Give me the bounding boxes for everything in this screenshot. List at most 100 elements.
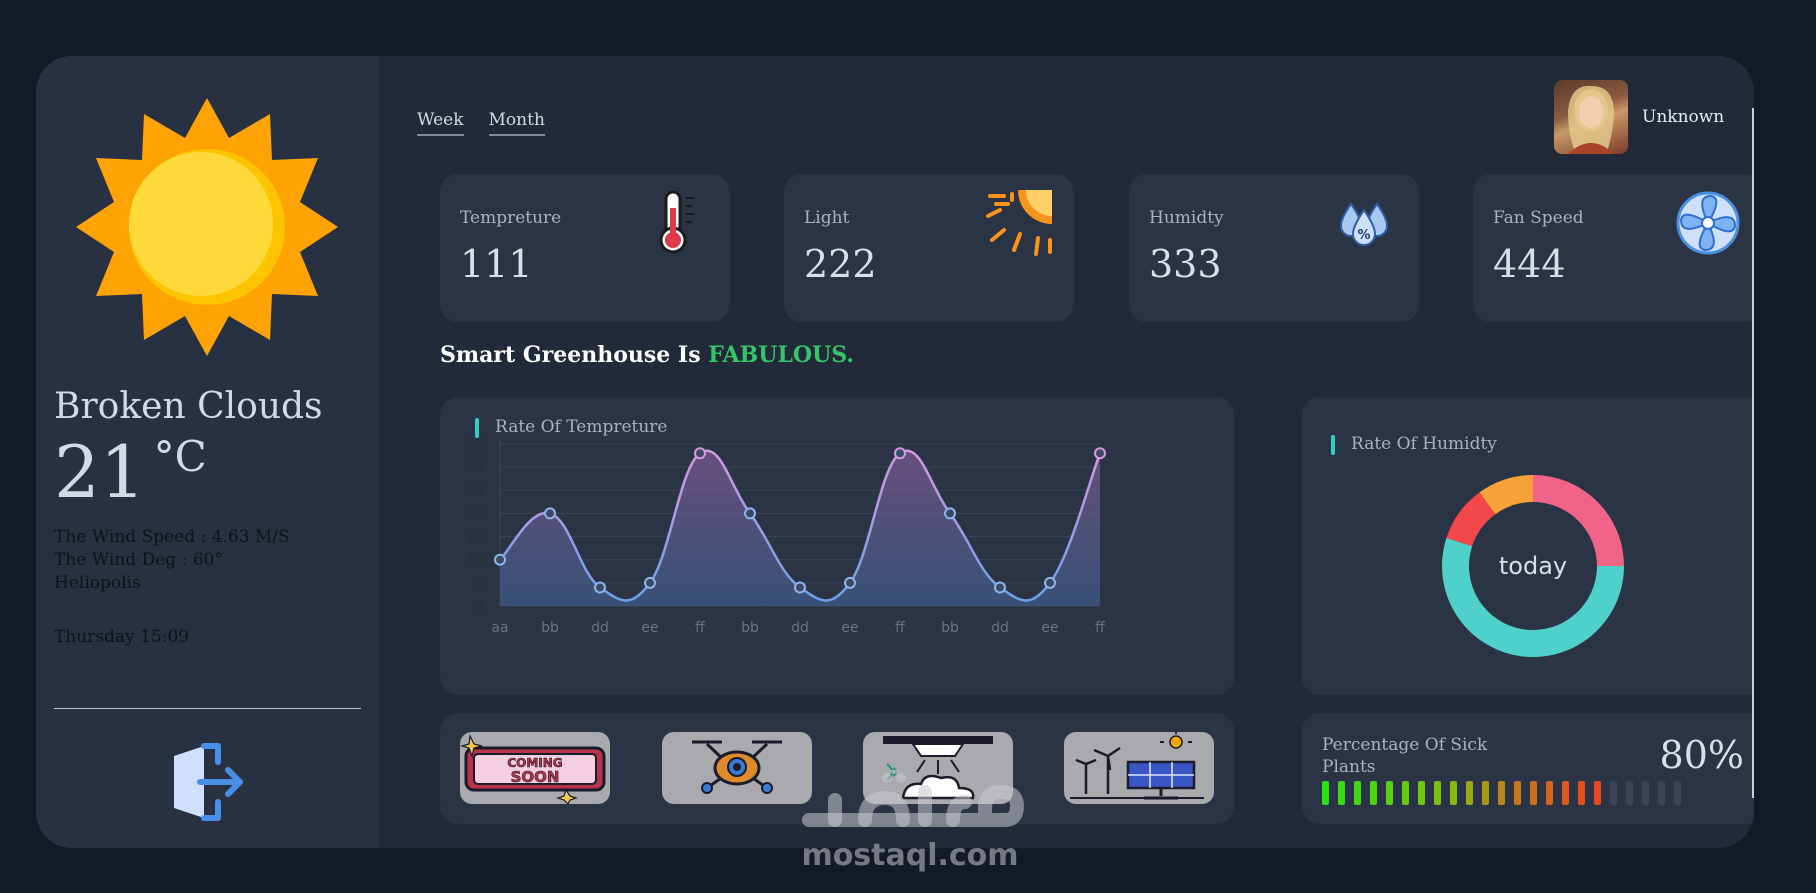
y-tick-label: 30 (466, 460, 484, 476)
x-tick-label: ee (841, 620, 858, 636)
temperature-point (1094, 447, 1106, 460)
solar-wind-energy-icon (1070, 732, 1204, 800)
meter-segment (1594, 781, 1601, 805)
humidity-donut-chart: today (1442, 475, 1624, 657)
username: Unknown (1642, 107, 1725, 127)
sick-plants-meter (1322, 781, 1681, 805)
irrigation-sprinkler-icon (883, 736, 993, 800)
app-drone[interactable] (662, 732, 812, 804)
greenhouse-status: Smart Greenhouse Is FABULOUS. (440, 342, 854, 368)
meter-segment (1402, 781, 1409, 805)
temperature-point (894, 447, 906, 460)
meter-segment (1626, 781, 1633, 805)
meter-segment (1354, 781, 1361, 805)
meter-segment (1370, 781, 1377, 805)
humidity-drop-icon: % (1339, 202, 1389, 246)
sick-plants-value: 80% (1659, 733, 1744, 777)
temperature-line (499, 449, 1102, 602)
tab-month[interactable]: Month (488, 110, 545, 136)
card-value: 444 (1493, 242, 1566, 286)
meter-segment (1498, 781, 1505, 805)
current-temperature: 21 °C (54, 436, 207, 509)
weather-condition: Broken Clouds (54, 386, 323, 427)
user-profile[interactable]: Unknown (1554, 80, 1724, 154)
meter-segment (1386, 781, 1393, 805)
avatar[interactable] (1554, 80, 1628, 154)
status-word: FABULOUS. (708, 342, 855, 368)
app-renewable-energy[interactable] (1064, 732, 1214, 804)
y-tick-label: 25 (466, 483, 484, 499)
temperature-point (544, 507, 556, 520)
x-tick-label: dd (791, 620, 809, 636)
x-tick-label: dd (991, 620, 1009, 636)
x-tick-label: dd (591, 620, 609, 636)
sun-rays-icon (986, 190, 1052, 256)
meter-segment (1434, 781, 1441, 805)
weather-sidebar: Broken Clouds 21 °C The Wind Speed : 4.63… (36, 56, 379, 848)
main-content: Week Month Unknown Tempreture 111 Light … (379, 56, 1754, 848)
sidebar-divider (54, 708, 361, 709)
apps-panel: COMING SOON (440, 713, 1234, 824)
status-prefix: Smart Greenhouse Is (440, 342, 701, 368)
temperature-point (744, 507, 756, 520)
dashboard-window: Broken Clouds 21 °C The Wind Speed : 4.63… (36, 56, 1754, 848)
meter-segment (1322, 781, 1329, 805)
thermometer-icon (659, 190, 694, 254)
y-tick-label: 0 (475, 599, 484, 615)
card-value: 333 (1149, 242, 1222, 286)
y-tick-label: 5 (475, 576, 484, 592)
x-tick-label: ff (895, 620, 905, 636)
y-tick-label: 20 (466, 506, 484, 522)
meter-segment (1530, 781, 1537, 805)
svg-text:SOON: SOON (511, 768, 560, 786)
meter-segment (1642, 781, 1649, 805)
temperature-point (844, 576, 856, 589)
temperature-point (694, 447, 706, 460)
card-light[interactable]: Light 222 (784, 174, 1074, 322)
wind-speed: The Wind Speed : 4.63 M/S (54, 527, 290, 547)
temperature-point (944, 507, 956, 520)
card-label: Fan Speed (1493, 208, 1584, 228)
card-label: Light (804, 208, 850, 228)
weather-details: The Wind Speed : 4.63 M/S The Wind Deg :… (54, 526, 290, 595)
sick-plants-label: Percentage Of Sick Plants (1322, 735, 1488, 777)
temperature-chart-panel: Rate Of Tempreture 0 5 10 15 20 25 30 35 aa bb dd e… (440, 397, 1234, 695)
tab-week[interactable]: Week (417, 110, 464, 136)
meter-segment (1562, 781, 1569, 805)
logout-icon[interactable] (166, 742, 246, 822)
card-humidity[interactable]: Humidty 333 % (1129, 174, 1419, 322)
card-temperature[interactable]: Tempreture 111 (440, 174, 730, 322)
card-value: 222 (804, 242, 877, 286)
temperature-point (494, 553, 506, 566)
card-fan-speed[interactable]: Fan Speed 444 (1473, 174, 1754, 322)
meter-segment (1466, 781, 1473, 805)
meter-segment (1674, 781, 1681, 805)
meter-segment (1658, 781, 1665, 805)
temperature-unit: °C (153, 432, 207, 481)
x-tick-label: ff (695, 620, 705, 636)
meter-segment (1450, 781, 1457, 805)
wind-deg: The Wind Deg : 60° (54, 550, 223, 570)
app-coming-soon[interactable]: COMING SOON (460, 732, 610, 804)
meter-segment (1418, 781, 1425, 805)
card-value: 111 (460, 242, 533, 286)
temperature-point (644, 576, 656, 589)
donut-center-label: today (1499, 552, 1567, 580)
period-tabs: Week Month (417, 110, 545, 136)
y-tick-label: 35 (466, 437, 484, 453)
x-tick-label: ee (1041, 620, 1058, 636)
x-tick-label: bb (541, 620, 559, 636)
card-label: Tempreture (460, 208, 562, 228)
meter-segment (1338, 781, 1345, 805)
svg-text:%: % (1357, 228, 1370, 243)
app-irrigation[interactable] (863, 732, 1013, 804)
y-tick-label: 10 (466, 553, 484, 569)
drone-icon (692, 740, 782, 794)
x-tick-label: bb (741, 620, 759, 636)
meter-segment (1514, 781, 1521, 805)
meter-segment (1578, 781, 1585, 805)
x-tick-label: bb (941, 620, 959, 636)
x-tick-label: aa (491, 620, 508, 636)
temperature-point (994, 581, 1006, 594)
x-tick-label: ee (641, 620, 658, 636)
